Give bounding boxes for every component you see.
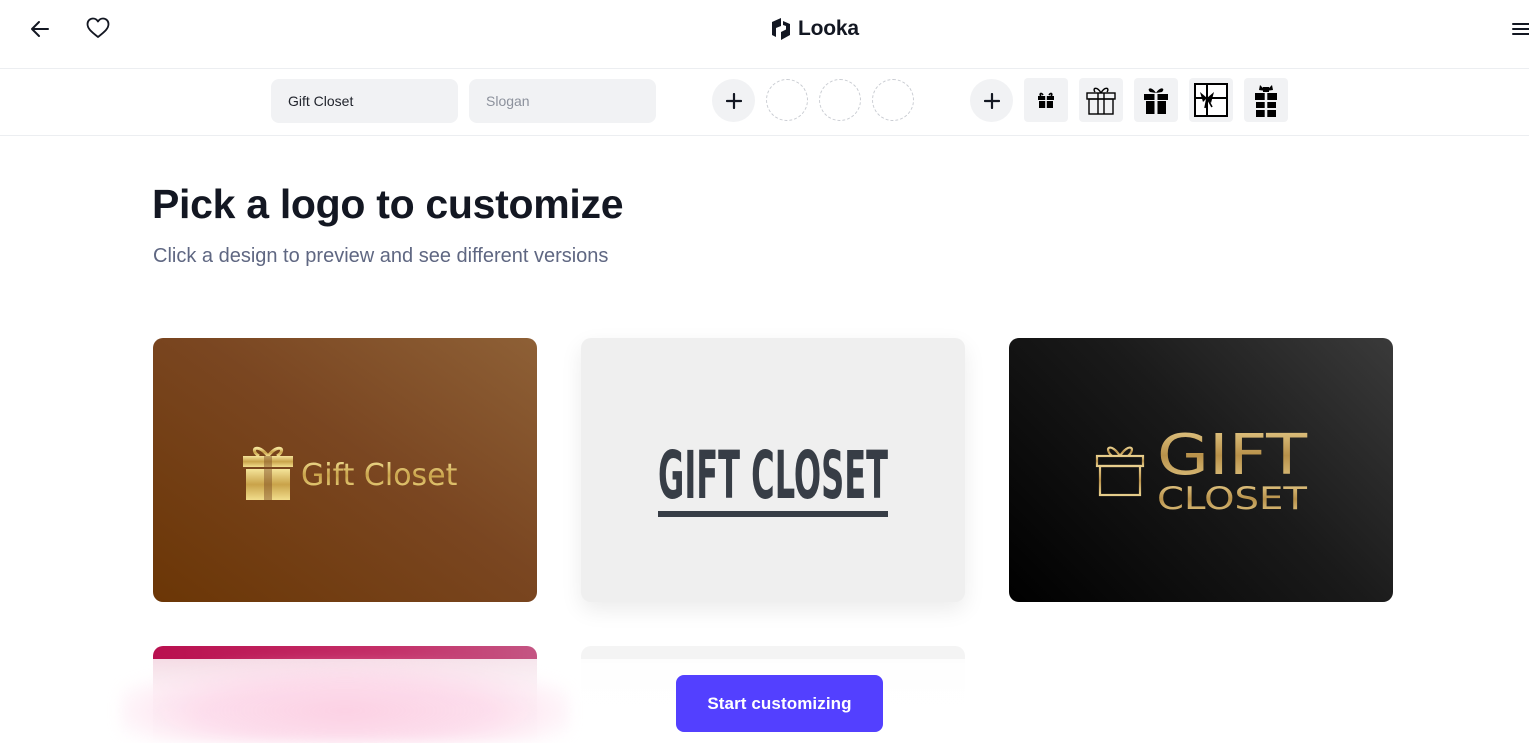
logo-card-1[interactable]: Gift Closet bbox=[153, 338, 537, 602]
logo-2-underline bbox=[658, 511, 888, 517]
gift-logo-icon bbox=[243, 446, 293, 500]
logo-3-line2: CLOSET bbox=[1157, 481, 1308, 517]
color-slot-3[interactable] bbox=[872, 79, 914, 121]
brand-name: Looka bbox=[798, 17, 859, 40]
add-color-button[interactable] bbox=[712, 79, 755, 122]
top-header: Looka bbox=[0, 0, 1529, 69]
favorite-button[interactable] bbox=[82, 12, 114, 44]
logo-card-3[interactable]: GIFT CLOSET bbox=[1009, 338, 1393, 602]
logo-preview-2: GIFT CLOSET bbox=[658, 437, 888, 517]
page-subtitle: Click a design to preview and see differ… bbox=[153, 245, 609, 267]
logo-3-line1: GIFT bbox=[1157, 423, 1308, 488]
gift-small-icon bbox=[1038, 92, 1054, 108]
back-button[interactable] bbox=[24, 14, 56, 44]
arrow-left-icon bbox=[31, 21, 49, 37]
color-slot-2[interactable] bbox=[819, 79, 861, 121]
gift-outline-logo-icon bbox=[1095, 446, 1145, 497]
symbol-option-1[interactable] bbox=[1024, 78, 1068, 122]
color-slot-1[interactable] bbox=[766, 79, 808, 121]
symbol-option-2[interactable] bbox=[1079, 78, 1123, 122]
heart-icon bbox=[86, 17, 110, 38]
logo-preview-1: Gift Closet bbox=[243, 446, 458, 500]
page-title: Pick a logo to customize bbox=[152, 181, 624, 227]
logo-card-2[interactable]: GIFT CLOSET bbox=[581, 338, 965, 602]
start-customizing-button[interactable]: Start customizing bbox=[676, 675, 883, 732]
gift-box-ribbon-icon bbox=[1194, 83, 1228, 117]
plus-icon bbox=[725, 92, 742, 109]
symbol-option-4[interactable] bbox=[1189, 78, 1233, 122]
looka-logo-icon bbox=[772, 18, 790, 40]
company-name-input[interactable] bbox=[271, 79, 458, 123]
menu-button[interactable] bbox=[1512, 16, 1529, 42]
symbol-option-3[interactable] bbox=[1134, 78, 1178, 122]
symbol-option-5[interactable] bbox=[1244, 78, 1288, 122]
gift-outline-icon bbox=[1086, 87, 1116, 115]
plus-icon bbox=[983, 92, 1000, 109]
logo-2-text: GIFT CLOSET bbox=[658, 437, 888, 514]
brand-logo[interactable]: Looka bbox=[770, 15, 859, 43]
logo-1-text: Gift Closet bbox=[301, 458, 458, 493]
gift-bow-icon bbox=[1144, 88, 1168, 114]
editor-toolbar bbox=[0, 69, 1529, 136]
logo-card-4[interactable] bbox=[153, 646, 537, 743]
logo-preview-3: GIFT CLOSET bbox=[1095, 423, 1308, 517]
hamburger-icon bbox=[1512, 23, 1529, 35]
gift-tall-icon bbox=[1255, 85, 1277, 117]
add-symbol-button[interactable] bbox=[970, 79, 1013, 122]
slogan-input[interactable] bbox=[469, 79, 656, 123]
